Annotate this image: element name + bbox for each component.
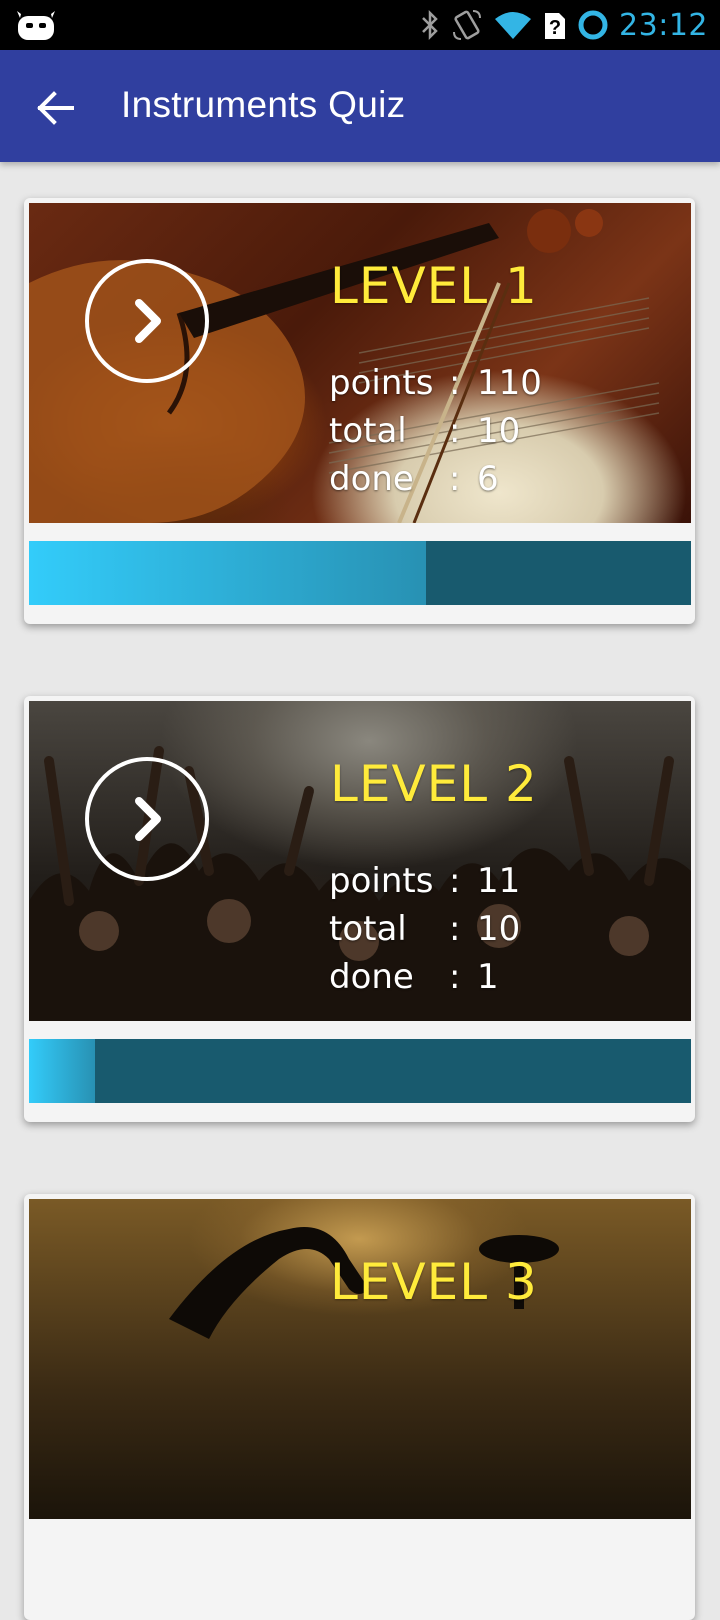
stat-label: points <box>329 363 434 403</box>
stat-separator: : <box>449 861 461 901</box>
rotation-icon <box>453 10 482 40</box>
stat-separator: : <box>449 459 461 499</box>
stat-separator: : <box>449 957 461 997</box>
app-bar: Instruments Quiz <box>0 50 720 162</box>
progress-fill <box>29 1039 96 1103</box>
stat-separator: : <box>449 411 461 451</box>
chevron-right-icon <box>135 797 161 841</box>
wifi-icon <box>495 12 532 39</box>
stat-label: total <box>329 909 407 949</box>
level-title: LEVEL 1 <box>330 257 538 315</box>
level-image-saxophone: LEVEL 3 <box>29 1199 691 1519</box>
bluetooth-icon <box>422 9 438 41</box>
level-progress-bar <box>29 541 691 605</box>
level-title: LEVEL 2 <box>330 755 538 813</box>
stat-label: done <box>329 957 414 997</box>
level-card-1[interactable]: LEVEL 1 points : 110 total : 10 done : 6 <box>24 198 695 624</box>
status-bar: ? 23:12 <box>0 0 720 50</box>
stat-value: 10 <box>477 909 521 949</box>
level-card-3[interactable]: LEVEL 3 <box>24 1194 695 1620</box>
level-image-violin: LEVEL 1 points : 110 total : 10 done : 6 <box>29 203 691 523</box>
play-level-button[interactable] <box>85 757 209 881</box>
progress-fill <box>29 541 427 605</box>
svg-text:?: ? <box>549 17 561 39</box>
stat-separator: : <box>449 909 461 949</box>
android-icon <box>17 11 55 40</box>
stat-value: 10 <box>477 411 521 451</box>
sim-question-icon: ? <box>545 13 566 39</box>
level-progress-bar <box>29 1039 691 1103</box>
ring-icon <box>578 10 608 40</box>
level-title: LEVEL 3 <box>330 1253 538 1311</box>
play-level-button[interactable] <box>85 259 209 383</box>
stat-value: 11 <box>477 861 521 901</box>
chevron-right-icon <box>135 299 161 343</box>
page-title: Instruments Quiz <box>121 84 406 125</box>
stat-label: done <box>329 459 414 499</box>
status-time: 23:12 <box>619 7 708 43</box>
arrow-back-icon[interactable] <box>30 82 82 134</box>
stat-value: 1 <box>477 957 499 997</box>
stat-value: 110 <box>477 363 542 403</box>
stat-label: total <box>329 411 407 451</box>
stat-label: points <box>329 861 434 901</box>
stat-separator: : <box>449 363 461 403</box>
level-card-2[interactable]: LEVEL 2 points : 11 total : 10 done : 1 <box>24 696 695 1122</box>
level-image-concert: LEVEL 2 points : 11 total : 10 done : 1 <box>29 701 691 1021</box>
stat-value: 6 <box>477 459 499 499</box>
